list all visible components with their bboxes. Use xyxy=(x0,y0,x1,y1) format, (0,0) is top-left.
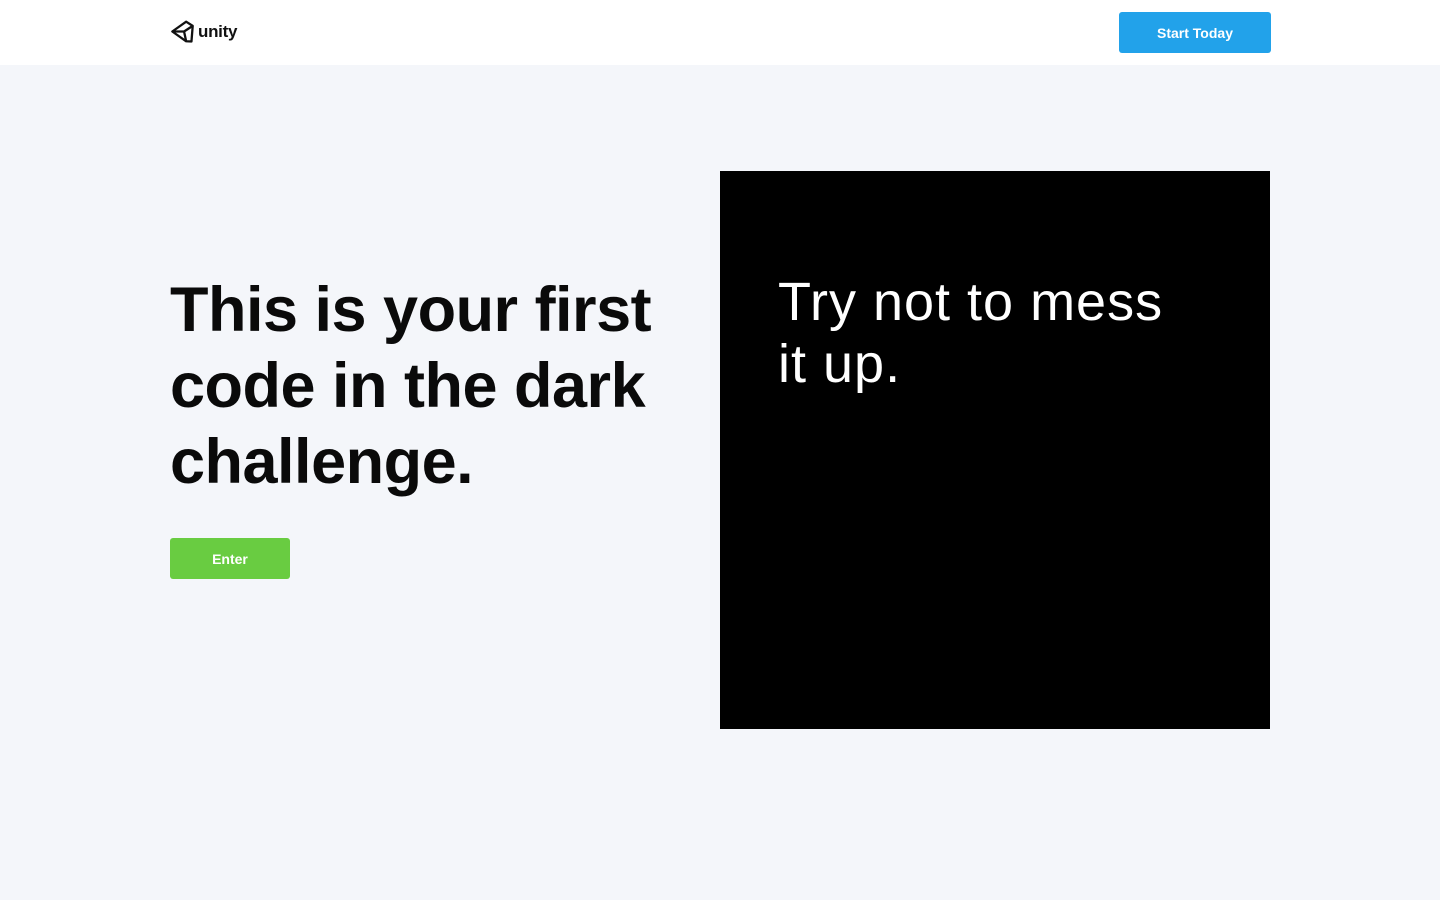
enter-button[interactable]: Enter xyxy=(170,538,290,579)
panel-message: Try not to mess it up. xyxy=(778,272,1164,394)
start-today-button[interactable]: Start Today xyxy=(1119,12,1271,53)
hero-headline: This is your first code in the dark chal… xyxy=(170,275,652,497)
dark-code-panel[interactable]: Try not to mess it up. xyxy=(720,171,1270,729)
unity-logo[interactable]: unity xyxy=(170,19,237,44)
logo-text: unity xyxy=(198,22,238,41)
top-header: unity Start Today xyxy=(0,0,1440,65)
unity-cube-icon xyxy=(171,20,194,43)
